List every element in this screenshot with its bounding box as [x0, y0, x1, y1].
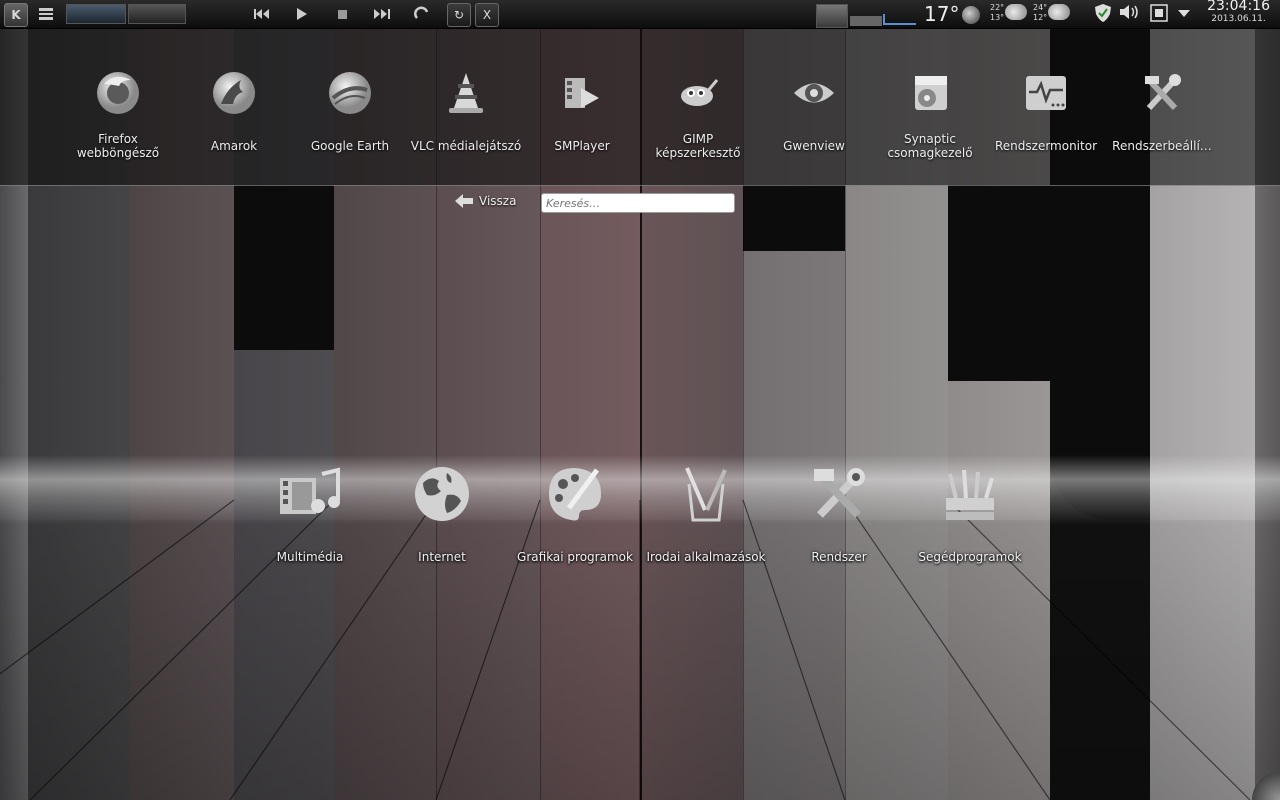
pager-desktop-2[interactable] [128, 4, 186, 24]
system-monitor-icon [1022, 69, 1070, 117]
favorite-label: SMPlayer [554, 139, 610, 153]
stop-icon [337, 9, 347, 19]
menu-icon[interactable] [36, 3, 56, 25]
smplayer-icon [558, 69, 606, 117]
pager-desktop-1[interactable] [66, 4, 126, 24]
forecast-2-high: 24° [1033, 3, 1048, 12]
category-label: Irodai alkalmazások [646, 550, 766, 564]
clock-date: 2013.06.11. [1211, 14, 1266, 24]
category-multimedia[interactable]: Multimédia [245, 462, 375, 564]
google-earth-icon [326, 69, 374, 117]
synaptic-icon [906, 69, 954, 117]
category-system[interactable]: Rendszer [774, 462, 904, 564]
forecast-1-low: 13° [990, 13, 1005, 22]
stop-button[interactable] [332, 5, 352, 23]
next-track-button[interactable] [372, 5, 392, 23]
favorite-label: Amarok [210, 139, 258, 153]
search-input[interactable] [541, 193, 735, 213]
clock-time: 23:04:16 [1207, 0, 1270, 14]
firefox-icon [94, 69, 142, 117]
category-internet[interactable]: Internet [377, 462, 507, 564]
network-monitor [850, 4, 916, 26]
refresh-task-icon[interactable]: ↻ [447, 3, 471, 27]
favorite-label: Rendszerbeállí… [1112, 139, 1212, 153]
favorite-label: VLC médialejátszó [410, 139, 522, 153]
favorite-label: Rendszermonitor [994, 139, 1097, 153]
top-panel: K ↻ X 17° 22° 13° 24° 12° 23:04:16 2013.… [0, 0, 1280, 29]
play-button[interactable] [292, 5, 312, 23]
office-icon [674, 462, 738, 526]
favorite-system-settings[interactable]: Rendszerbeállí… [1104, 69, 1220, 161]
favorite-vlc[interactable]: VLC médialejátszó [408, 69, 524, 161]
play-icon [297, 8, 307, 20]
device-notifier-icon[interactable] [1150, 4, 1168, 26]
arrow-left-icon [455, 194, 473, 208]
digital-clock[interactable]: 23:04:16 2013.06.11. [1207, 0, 1270, 26]
category-label: Rendszer [811, 550, 867, 564]
favorite-amarok[interactable]: Amarok [176, 69, 292, 161]
favorite-label: GIMP képszerkesztő [655, 132, 741, 160]
temperature: 17° [924, 2, 960, 26]
kde-logo-icon[interactable]: K [4, 3, 28, 27]
chevron-down-icon[interactable] [1178, 6, 1190, 22]
category-graphics[interactable]: Grafikai programok [510, 462, 640, 564]
globe-icon [410, 462, 474, 526]
favorite-label: Synaptic csomagkezelő [887, 132, 973, 160]
amarok-icon [210, 69, 258, 117]
tools-icon [807, 462, 871, 526]
shield-icon[interactable] [1095, 4, 1111, 26]
back-button[interactable]: Vissza [455, 194, 516, 208]
utilities-icon [938, 462, 1002, 526]
category-utilities[interactable]: Segédprogramok [905, 462, 1035, 564]
media-player-icon[interactable] [412, 5, 432, 23]
category-label: Internet [418, 550, 466, 564]
gwenview-icon [790, 69, 838, 117]
forecast-2-low: 12° [1033, 13, 1048, 22]
favorite-firefox[interactable]: Firefox webböngésző [60, 69, 176, 161]
category-label: Grafikai programok [517, 550, 633, 564]
previous-track-button[interactable] [252, 5, 272, 23]
multimedia-icon [278, 462, 342, 526]
volume-icon[interactable] [1120, 4, 1140, 24]
favorite-gwenview[interactable]: Gwenview [756, 69, 872, 161]
favorites-bar: Firefox webböngésző Amarok Google Earth … [0, 29, 1280, 186]
favorite-label: Firefox webböngésző [76, 132, 160, 160]
palette-icon [543, 462, 607, 526]
gimp-icon [674, 69, 722, 117]
favorite-google-earth[interactable]: Google Earth [292, 69, 408, 161]
vlc-icon [442, 69, 490, 117]
moon-icon [962, 6, 980, 24]
cpu-monitor [816, 4, 848, 28]
favorite-system-monitor[interactable]: Rendszermonitor [988, 69, 1104, 161]
next-icon [374, 9, 390, 19]
previous-icon [254, 9, 269, 19]
system-settings-icon [1138, 69, 1186, 117]
cloud-icon [1048, 4, 1070, 20]
category-office[interactable]: Irodai alkalmazások [641, 462, 771, 564]
favorite-gimp[interactable]: GIMP képszerkesztő [640, 69, 756, 161]
forecast-1-high: 22° [990, 3, 1005, 12]
favorite-smplayer[interactable]: SMPlayer [524, 69, 640, 161]
rain-cloud-icon [1005, 4, 1027, 20]
favorite-label: Google Earth [310, 139, 390, 153]
back-label: Vissza [479, 194, 517, 208]
category-label: Segédprogramok [918, 550, 1022, 564]
favorite-synaptic[interactable]: Synaptic csomagkezelő [872, 69, 988, 161]
category-label: Multimédia [276, 550, 344, 564]
x-task-icon[interactable]: X [475, 3, 499, 27]
favorite-label: Gwenview [783, 139, 845, 153]
